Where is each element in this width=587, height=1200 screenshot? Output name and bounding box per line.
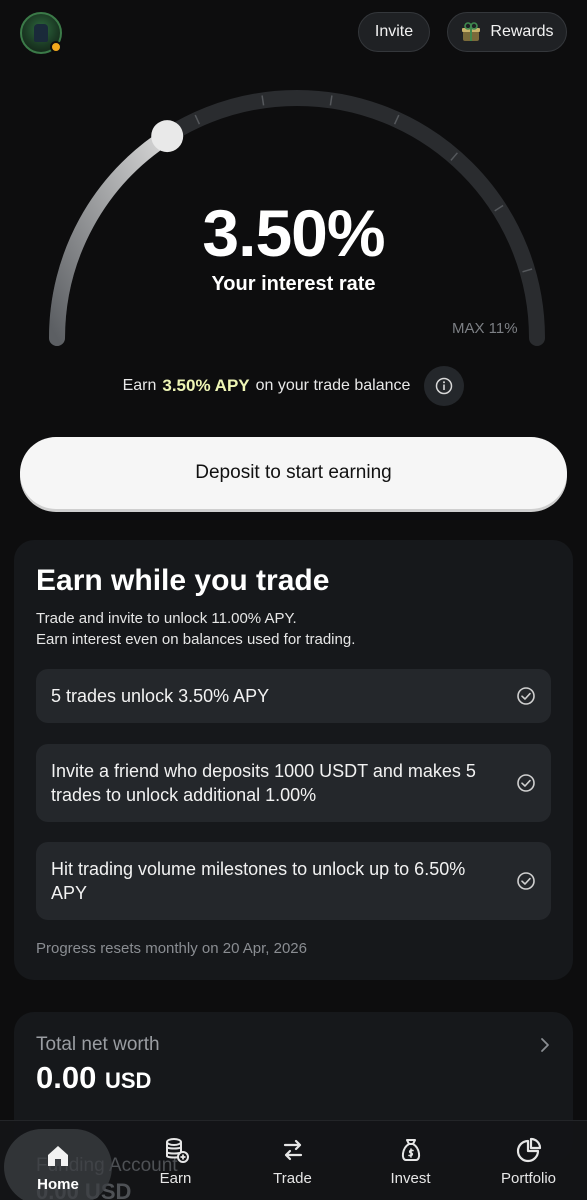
swap-arrows-icon <box>283 1139 302 1160</box>
card-title: Earn while you trade <box>36 564 330 597</box>
progress-reset-note: Progress resets monthly on 20 Apr, 2026 <box>36 940 307 957</box>
invite-label: Invite <box>374 23 414 40</box>
gauge-knob <box>151 120 184 153</box>
earn-while-you-trade-card: Earn while you trade Trade and invite to… <box>14 540 573 980</box>
net-worth-currency: USD <box>104 1068 152 1093</box>
nav-trade[interactable]: Trade <box>234 1121 351 1200</box>
task-text: Invite a friend who deposits 1000 USDT a… <box>51 761 476 805</box>
top-bar: Invite Rewards <box>0 0 587 64</box>
apy-prefix: Earn <box>122 377 157 394</box>
info-icon <box>436 377 453 395</box>
money-bag-icon <box>401 1138 420 1161</box>
net-worth-label: Total net worth <box>36 1034 160 1055</box>
task-item[interactable]: Invite a friend who deposits 1000 USDT a… <box>36 744 551 822</box>
interest-rate-label: Your interest rate <box>211 273 376 295</box>
avatar-figure <box>34 24 48 42</box>
avatar-status-dot <box>50 41 62 53</box>
nav-trade-label: Trade <box>273 1169 312 1187</box>
check-circle-icon <box>517 774 535 792</box>
pie-chart-icon <box>516 1137 541 1162</box>
nav-earn[interactable]: Earn <box>117 1121 234 1200</box>
bottom-navigation: Funding Account 0.00 USD Home Earn Trade <box>0 1120 587 1200</box>
apy-suffix: on your trade balance <box>255 377 411 394</box>
nav-portfolio[interactable]: Portfolio <box>470 1121 587 1200</box>
chevron-right-icon[interactable] <box>539 1036 551 1054</box>
card-subtitle: Trade and invite to unlock 11.00% APY. E… <box>36 608 355 650</box>
invite-button[interactable]: Invite <box>358 12 430 52</box>
check-circle-icon <box>517 872 535 890</box>
deposit-button-label: Deposit to start earning <box>195 462 392 483</box>
nav-home[interactable]: Home <box>4 1129 112 1200</box>
apy-summary: Earn 3.50% APY on your trade balance <box>0 366 587 406</box>
net-worth-amount: 0.00 <box>36 1060 97 1095</box>
rewards-label: Rewards <box>490 23 554 40</box>
nav-earn-label: Earn <box>159 1169 192 1187</box>
gift-icon <box>462 22 481 41</box>
task-text: 5 trades unlock 3.50% APY <box>51 686 270 706</box>
max-rate-label: MAX 11% <box>452 320 518 337</box>
task-item[interactable]: 5 trades unlock 3.50% APY <box>36 669 551 723</box>
interest-gauge: 3.50% Your interest rate MAX 11% <box>0 70 587 370</box>
deposit-button[interactable]: Deposit to start earning <box>20 437 567 509</box>
interest-rate-value: 3.50% <box>202 196 385 270</box>
card-subtitle-line-1: Trade and invite to unlock 11.00% APY. <box>36 610 297 627</box>
nav-home-label: Home <box>37 1175 79 1193</box>
avatar[interactable] <box>20 12 62 54</box>
task-text: Hit trading volume milestones to unlock … <box>51 859 466 903</box>
nav-portfolio-label: Portfolio <box>500 1169 557 1187</box>
card-subtitle-line-2: Earn interest even on balances used for … <box>36 631 356 648</box>
info-button[interactable] <box>424 366 465 406</box>
coins-stack-icon <box>165 1137 189 1163</box>
home-icon <box>48 1145 68 1166</box>
net-worth-value: 0.00 USD <box>36 1060 151 1096</box>
apy-highlight: 3.50% APY <box>162 376 250 395</box>
task-item[interactable]: Hit trading volume milestones to unlock … <box>36 842 551 920</box>
rewards-button[interactable]: Rewards <box>447 12 567 52</box>
check-circle-icon <box>517 687 535 705</box>
nav-invest[interactable]: Invest <box>352 1121 469 1200</box>
nav-invest-label: Invest <box>390 1169 431 1187</box>
